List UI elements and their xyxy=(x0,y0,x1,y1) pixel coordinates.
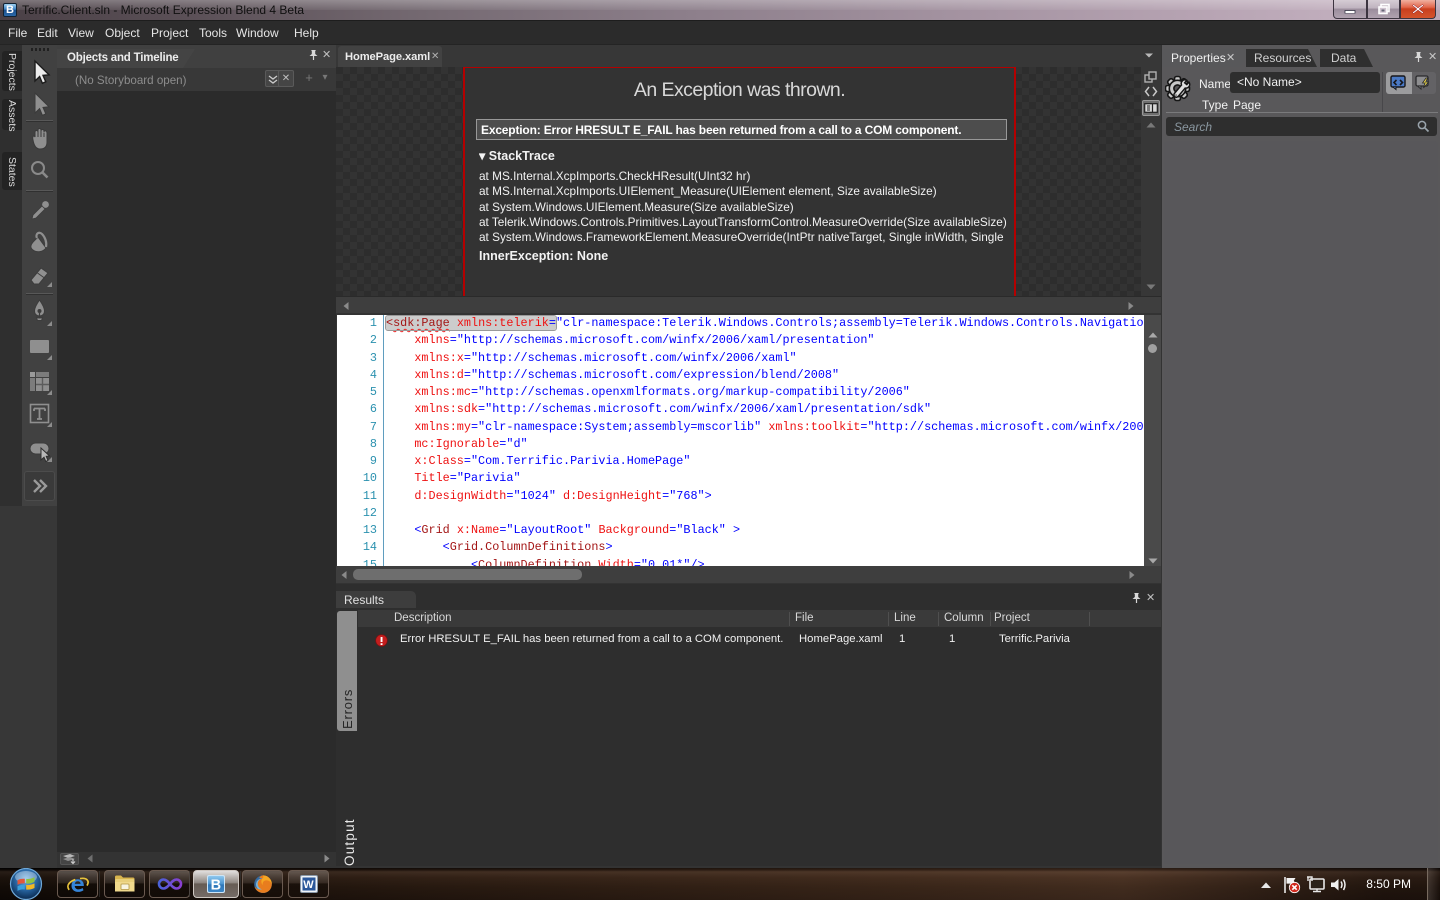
svg-text:B: B xyxy=(211,877,221,893)
svg-text:W: W xyxy=(303,879,314,891)
